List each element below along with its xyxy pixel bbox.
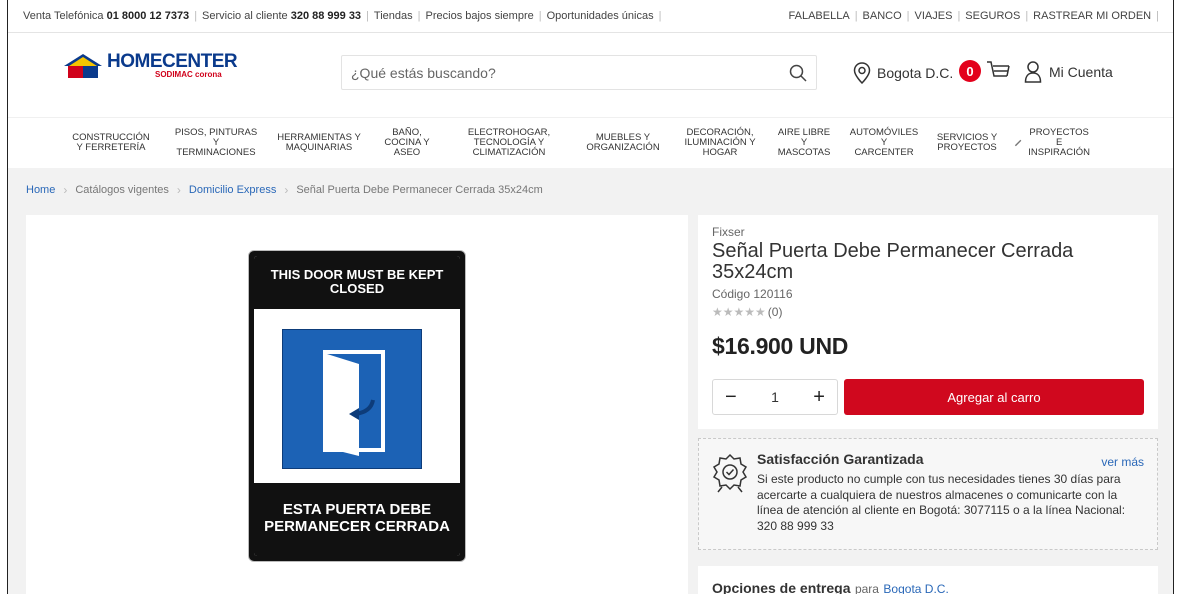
delivery-city-link[interactable]: Bogota D.C. <box>883 582 948 594</box>
increase-quantity-button[interactable]: + <box>813 387 825 407</box>
nav-automoviles[interactable]: AUTOMÓVILES Y CARCENTER <box>840 128 928 158</box>
decrease-quantity-button[interactable]: − <box>725 387 737 407</box>
account-label: Mi Cuenta <box>1049 64 1113 80</box>
opportunities-link[interactable]: Oportunidades únicas <box>547 10 654 22</box>
nav-servicios[interactable]: SERVICIOS Y PROYECTOS <box>928 133 1006 153</box>
chevron-right-icon: › <box>63 182 68 197</box>
rating[interactable]: ★★★★★ (0) <box>712 305 1144 319</box>
location-pin-icon <box>853 62 871 84</box>
user-icon <box>1024 61 1042 83</box>
product-image-panel: THIS DOOR MUST BE KEPT CLOSED ESTA PUERT… <box>26 215 688 594</box>
account-button[interactable]: Mi Cuenta <box>1024 61 1113 83</box>
cart-icon <box>987 61 1010 77</box>
product-info: Fixser Señal Puerta Debe Permanecer Cerr… <box>698 215 1158 429</box>
nav-aire-libre[interactable]: AIRE LIBRE Y MASCOTAS <box>768 128 840 158</box>
chevron-right-icon: › <box>176 182 181 197</box>
track-order-link[interactable]: RASTREAR MI ORDEN <box>1033 10 1151 22</box>
logo-wordmark: HOMECENTER <box>107 51 238 72</box>
sign-top-text: THIS DOOR MUST BE KEPT CLOSED <box>254 256 460 309</box>
guarantee-title: Satisfacción Garantizada <box>757 451 924 467</box>
breadcrumb-current: Señal Puerta Debe Permanecer Cerrada 35x… <box>296 183 543 196</box>
sign-bottom-text: ESTA PUERTA DEBE PERMANECER CERRADA <box>254 483 460 556</box>
add-to-cart-button[interactable]: Agregar al carro <box>844 379 1144 415</box>
satisfaction-guarantee: Satisfacción Garantizada ver más Si este… <box>698 438 1158 550</box>
nav-electrohogar[interactable]: ELECTROHOGAR, TECNOLOGÍA Y CLIMATIZACIÓN <box>444 128 574 158</box>
search-box[interactable] <box>341 55 817 90</box>
phone-sales-link[interactable]: Venta Telefónica 01 8000 12 7373 <box>23 10 189 22</box>
delivery-para: para <box>854 582 879 594</box>
star-rating-icons: ★★★★★ <box>712 305 766 319</box>
search-icon[interactable] <box>789 64 807 82</box>
utility-left: Venta Telefónica 01 8000 12 7373 | Servi… <box>23 10 662 22</box>
product-brand[interactable]: Fixser <box>712 225 1144 239</box>
nav-pisos[interactable]: PISOS, PINTURAS Y TERMINACIONES <box>164 128 268 158</box>
product-title: Señal Puerta Debe Permanecer Cerrada 35x… <box>712 240 1074 283</box>
delivery-options: Opciones de entrega para Bogota D.C. <box>698 566 1158 594</box>
breadcrumb-domicilio[interactable]: Domicilio Express <box>189 184 276 196</box>
breadcrumb-home[interactable]: Home <box>26 184 55 196</box>
nav-construccion[interactable]: CONSTRUCCIÓN Y FERRETERÍA <box>58 133 164 153</box>
nav-decoracion[interactable]: DECORACIÓN, ILUMINACIÓN Y HOGAR <box>672 128 768 158</box>
house-logo-icon <box>64 53 102 78</box>
search-input[interactable] <box>351 64 771 81</box>
seguros-link[interactable]: SEGUROS <box>965 10 1020 22</box>
utility-bar: Venta Telefónica 01 8000 12 7373 | Servi… <box>8 0 1173 33</box>
stores-link[interactable]: Tiendas <box>374 10 413 22</box>
delivery-title: Opciones de entrega <box>712 580 851 594</box>
location-selector[interactable]: Bogota D.C. <box>853 62 953 84</box>
product-price: $16.900 UND <box>712 333 849 359</box>
location-label: Bogota D.C. <box>877 65 954 81</box>
logo-subtitle: SODIMAC corona <box>155 70 222 79</box>
product-code: Código 120116 <box>712 287 793 301</box>
see-more-link[interactable]: ver más <box>1101 455 1144 469</box>
cart-count-badge: 0 <box>959 60 981 82</box>
quantity-stepper: − 1 + <box>712 379 838 415</box>
pencil-icon <box>1014 139 1022 147</box>
rating-count: (0) <box>767 305 783 319</box>
banco-link[interactable]: BANCO <box>863 10 902 22</box>
nav-muebles[interactable]: MUEBLES Y ORGANIZACIÓN <box>574 133 672 153</box>
nav-proyectos[interactable]: PROYECTOS E INSPIRACIÓN <box>1006 128 1098 158</box>
chevron-right-icon: › <box>284 182 289 197</box>
cart-button[interactable]: 0 <box>959 60 1011 82</box>
guarantee-text: Si este producto no cumple con tus neces… <box>757 472 1126 533</box>
category-nav: CONSTRUCCIÓN Y FERRETERÍA PISOS, PINTURAS… <box>8 117 1173 168</box>
nav-bano[interactable]: BAÑO, COCINA Y ASEO <box>370 128 444 158</box>
purchase-row: − 1 + Agregar al carro <box>712 379 1144 415</box>
customer-service-link[interactable]: Servicio al cliente 320 88 999 33 <box>202 10 361 22</box>
nav-herramientas[interactable]: HERRAMIENTAS Y MAQUINARIAS <box>268 133 370 153</box>
utility-right: FALABELLA | BANCO | VIAJES | SEGUROS | R… <box>788 10 1159 22</box>
breadcrumb: Home › Catálogos vigentes › Domicilio Ex… <box>8 168 1173 211</box>
browser-page: Venta Telefónica 01 8000 12 7373 | Servi… <box>7 0 1174 594</box>
guarantee-badge-icon <box>712 453 748 493</box>
low-prices-link[interactable]: Precios bajos siempre <box>426 10 534 22</box>
homecenter-logo[interactable]: HOMECENTER SODIMAC corona <box>63 51 238 79</box>
quantity-value[interactable]: 1 <box>771 389 779 405</box>
site-header: HOMECENTER SODIMAC corona Bogota D.C. 0 <box>8 33 1173 117</box>
breadcrumb-catalogos[interactable]: Catálogos vigentes <box>75 184 169 196</box>
falabella-link[interactable]: FALABELLA <box>789 10 850 22</box>
product-image[interactable]: THIS DOOR MUST BE KEPT CLOSED ESTA PUERT… <box>248 250 466 562</box>
viajes-link[interactable]: VIAJES <box>915 10 953 22</box>
door-icon <box>282 329 422 469</box>
